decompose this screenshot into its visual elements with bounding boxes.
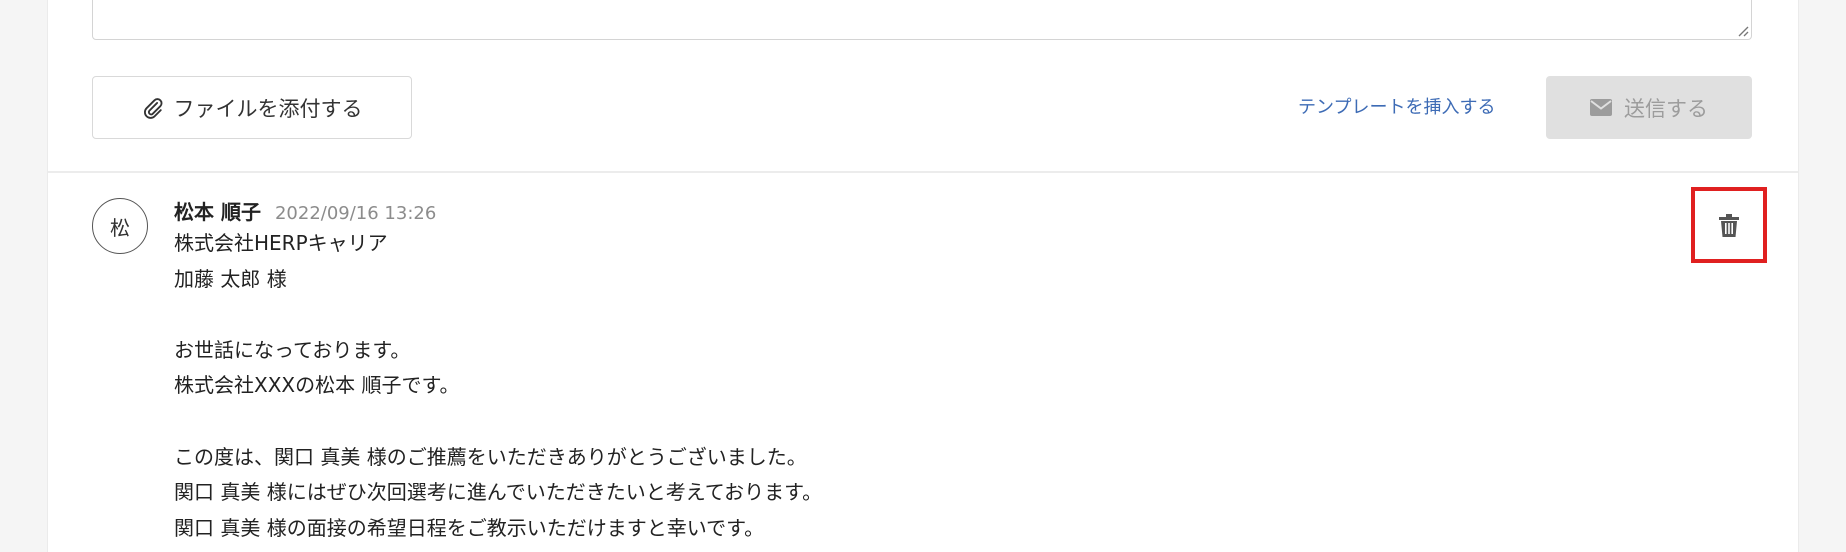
comment-line: 株式会社HERPキャリア <box>174 231 388 255</box>
message-textarea[interactable] <box>92 0 1752 40</box>
comment: 松本 順子 2022/09/16 13:26 株式会社HERPキャリア 加藤 太… <box>174 196 1574 546</box>
comment-line: お世話になっております。 <box>174 337 411 362</box>
comment-timestamp: 2022/09/16 13:26 <box>274 203 437 224</box>
insert-template-link[interactable]: テンプレートを挿入する <box>1298 92 1495 124</box>
send-button[interactable]: 送信する <box>1546 76 1752 139</box>
envelope-icon <box>1590 99 1612 116</box>
comment-line <box>174 297 1574 333</box>
resize-handle-icon[interactable] <box>1737 25 1749 37</box>
attach-file-label: ファイルを添付する <box>173 96 363 121</box>
delete-comment-button[interactable] <box>1691 187 1767 263</box>
send-label: 送信する <box>1624 96 1708 121</box>
comment-line: 関口 真美 様にはぜひ次回選考に進んでいただきたいと考えております。 <box>174 480 823 505</box>
divider <box>48 171 1798 173</box>
paperclip-icon <box>143 97 162 119</box>
comment-line: 加藤 太郎 様 <box>174 266 287 291</box>
comment-line <box>174 404 1574 440</box>
attach-file-button[interactable]: ファイルを添付する <box>92 76 412 139</box>
comment-line: この度は、関口 真美 様のご推薦をいただきありがとうございました。 <box>174 444 807 469</box>
comment-header: 松本 順子 2022/09/16 13:26 <box>174 196 1574 226</box>
trash-icon <box>1719 213 1739 237</box>
avatar: 松 <box>92 198 148 254</box>
comment-author: 松本 順子 <box>174 200 261 224</box>
comment-line: 関口 真美 様の面接の希望日程をご教示いただけますと幸いです。 <box>174 515 765 540</box>
comment-line: 株式会社XXXの松本 順子です。 <box>174 373 460 398</box>
message-panel: ファイルを添付する テンプレートを挿入する 送信する 松 松本 順子 2022/… <box>47 0 1799 552</box>
